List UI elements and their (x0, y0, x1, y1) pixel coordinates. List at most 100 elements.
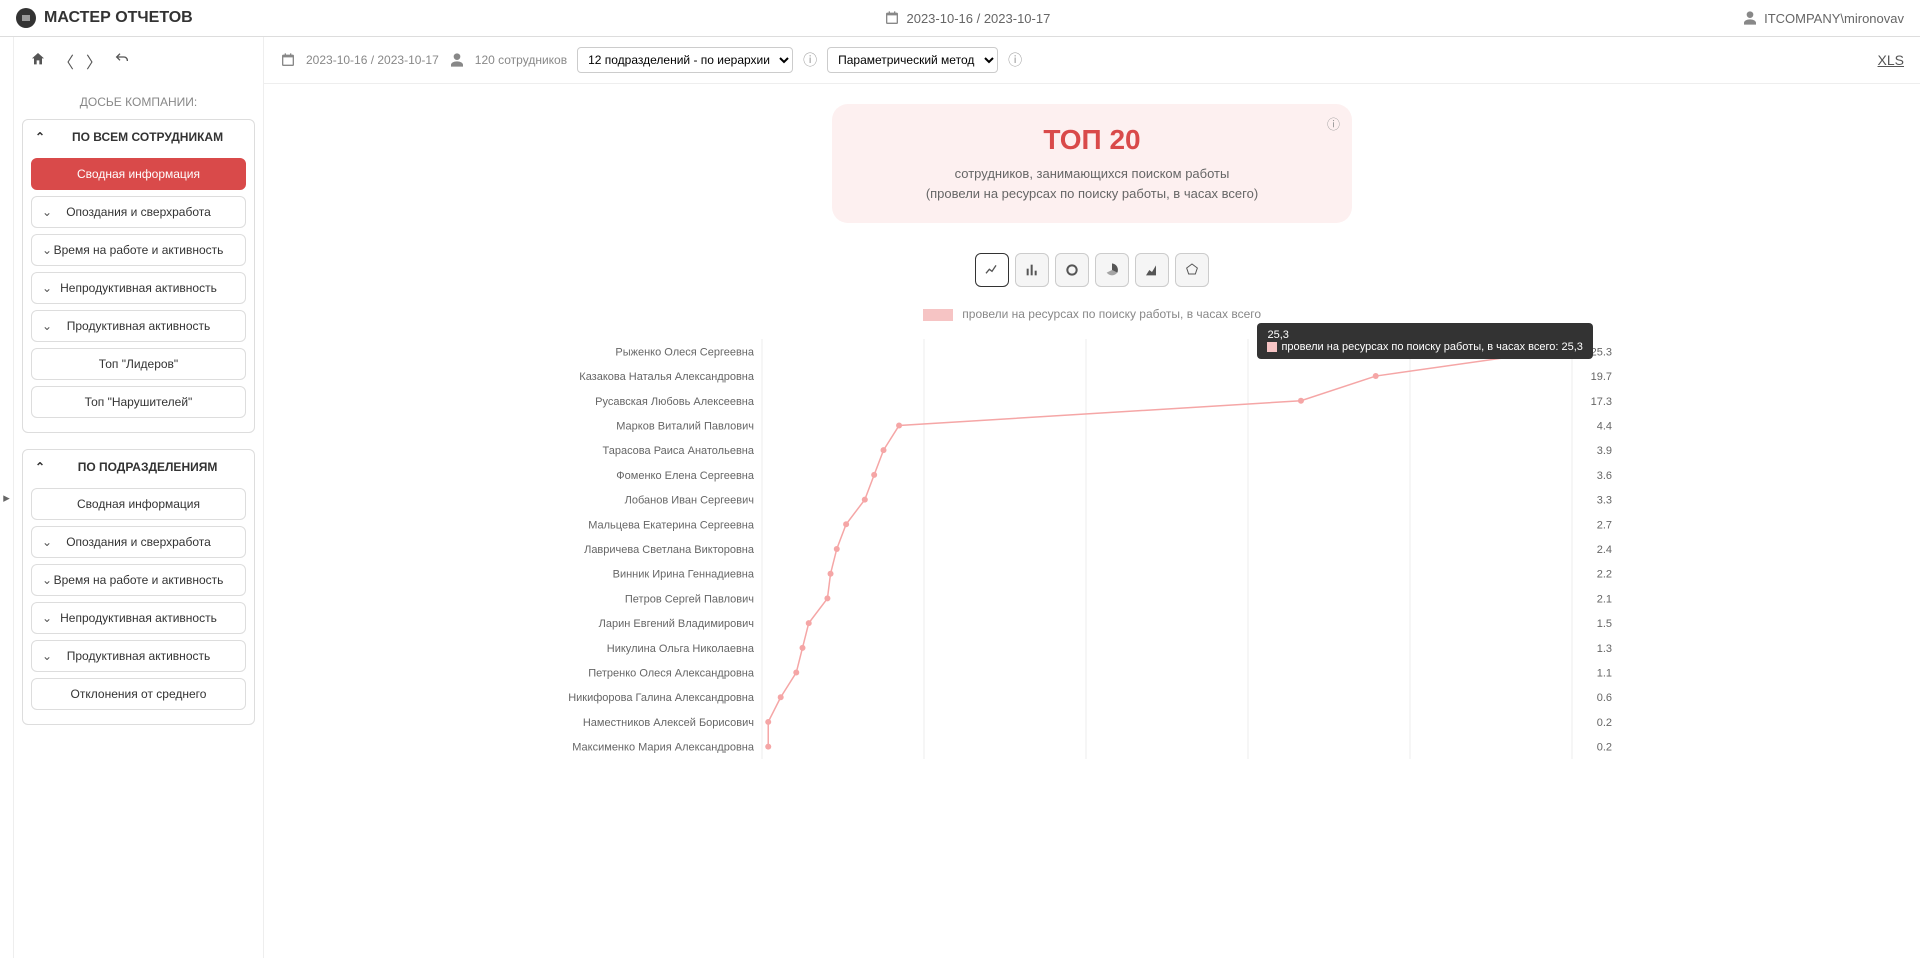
chart-type-pie-icon[interactable] (1095, 253, 1129, 287)
top-card: ⓘ ТОП 20 сотрудников, занимающихся поиск… (832, 104, 1352, 223)
svg-text:Марков Виталий Павлович: Марков Виталий Павлович (616, 420, 754, 432)
sidebar-item-label: Отклонения от среднего (71, 687, 207, 701)
header-date-text: 2023-10-16 / 2023-10-17 (906, 11, 1050, 26)
sidebar-item-label: Непродуктивная активность (60, 611, 217, 625)
chevron-down-icon: ⌄ (42, 573, 52, 587)
sidebar-item[interactable]: Топ "Нарушителей" (31, 386, 246, 418)
chart-type-area-icon[interactable] (1135, 253, 1169, 287)
sidebar-item[interactable]: ⌄Продуктивная активность (31, 310, 246, 342)
info-icon[interactable]: ⓘ (1327, 114, 1340, 133)
chart-area: ⓘ ТОП 20 сотрудников, занимающихся поиск… (264, 84, 1920, 792)
method-select[interactable]: Параметрический метод (827, 47, 998, 73)
chevron-down-icon: ⌄ (42, 205, 52, 219)
sidebar-item-label: Время на работе и активность (54, 573, 224, 587)
svg-text:4.4: 4.4 (1597, 420, 1612, 432)
svg-text:0.6: 0.6 (1597, 692, 1612, 704)
chart-canvas[interactable]: Рыженко Олеся Сергеевна25.3Казакова Ната… (542, 329, 1642, 769)
chevron-up-icon: ⌃ (35, 130, 45, 144)
svg-text:2.7: 2.7 (1597, 519, 1612, 531)
sidebar-group-departments: ⌃ ПО ПОДРАЗДЕЛЕНИЯМ Сводная информация ⌄ О… (22, 449, 255, 725)
header-user[interactable]: ITCOMPANY\mironovav (1742, 10, 1904, 26)
header-user-text: ITCOMPANY\mironovav (1764, 11, 1904, 26)
svg-text:Петренко Олеся Александровна: Петренко Олеся Александровна (588, 668, 755, 680)
svg-text:Рыженко Олеся Сергеевна: Рыженко Олеся Сергеевна (615, 346, 754, 358)
group-header-departments[interactable]: ⌃ ПО ПОДРАЗДЕЛЕНИЯМ (23, 450, 254, 484)
chevron-down-icon: ⌄ (42, 649, 52, 663)
svg-text:Мальцева Екатерина Сергеевна: Мальцева Екатерина Сергеевна (588, 519, 755, 531)
svg-text:1.1: 1.1 (1597, 668, 1612, 680)
user-icon (1742, 10, 1758, 26)
calendar-icon (884, 10, 900, 26)
sidebar-group-employees: ⌃ ПО ВСЕМ СОТРУДНИКАМ Сводная информация… (22, 119, 255, 433)
group-header-employees[interactable]: ⌃ ПО ВСЕМ СОТРУДНИКАМ (23, 120, 254, 154)
department-select[interactable]: 12 подразделений - по иерархии (577, 47, 793, 73)
chart-legend[interactable]: провели на ресурсах по поиску работы, в … (542, 307, 1642, 321)
chevron-down-icon: ⌄ (42, 611, 52, 625)
top-card-line2: (провели на ресурсах по поиску работы, в… (872, 184, 1312, 204)
chart-type-line[interactable] (975, 253, 1009, 287)
chart-type-radar-icon[interactable] (1175, 253, 1209, 287)
sidebar-item[interactable]: Сводная информация (31, 488, 246, 520)
app-title: МАСТЕР ОТЧЕТОВ (16, 8, 193, 28)
svg-text:Максименко Мария Александровна: Максименко Мария Александровна (572, 742, 755, 754)
home-icon[interactable] (30, 51, 46, 72)
top-card-title: ТОП 20 (872, 124, 1312, 156)
main-toolbar: 2023-10-16 / 2023-10-17 120 сотрудников … (264, 37, 1920, 84)
app-logo-icon (16, 8, 36, 28)
sidebar-item[interactable]: ⌄ Опоздания и сверхработа (31, 526, 246, 558)
toolbar-date-range[interactable]: 2023-10-16 / 2023-10-17 (306, 53, 439, 67)
svg-text:Лавричева Светлана Викторовна: Лавричева Светлана Викторовна (584, 544, 755, 556)
info-icon[interactable]: ⓘ (803, 50, 817, 70)
header-date-range: 2023-10-16 / 2023-10-17 (193, 10, 1742, 26)
svg-text:2.1: 2.1 (1597, 593, 1612, 605)
chevron-down-icon: ⌄ (42, 243, 52, 257)
sidebar-item-label: Опоздания и сверхработа (66, 535, 211, 549)
svg-text:0.2: 0.2 (1597, 742, 1612, 754)
sidebar-item[interactable]: Отклонения от среднего (31, 678, 246, 710)
svg-text:0.2: 0.2 (1597, 717, 1612, 729)
sidebar-item-label: Сводная информация (77, 497, 200, 511)
svg-text:19.7: 19.7 (1591, 371, 1612, 383)
svg-text:1.5: 1.5 (1597, 618, 1612, 630)
back-icon[interactable]: 〈 (58, 49, 74, 73)
dossier-title: ДОСЬЕ КОМПАНИИ: (22, 85, 255, 119)
sidebar-item[interactable]: ⌄ Продуктивная активность (31, 640, 246, 672)
chevron-up-icon: ⌃ (35, 460, 45, 474)
chevron-down-icon: ⌄ (42, 535, 52, 549)
svg-text:Петров Сергей Павлович: Петров Сергей Павлович (625, 593, 754, 605)
chevron-down-icon: ⌄ (42, 281, 52, 295)
svg-text:3.9: 3.9 (1597, 445, 1612, 457)
chart-wrap: провели на ресурсах по поиску работы, в … (542, 307, 1642, 772)
sidebar-item[interactable]: Сводная информация (31, 158, 246, 190)
svg-text:Никулина Ольга Николаевна: Никулина Ольга Николаевна (607, 643, 755, 655)
svg-text:Казакова Наталья Александровна: Казакова Наталья Александровна (579, 371, 755, 383)
export-xls-link[interactable]: XLS (1878, 52, 1904, 68)
sidebar-item[interactable]: ⌄ Непродуктивная активность (31, 602, 246, 634)
sidebar-item[interactable]: ⌄ Опоздания и сверхработа (31, 196, 246, 228)
main-panel: 2023-10-16 / 2023-10-17 120 сотрудников … (264, 37, 1920, 958)
sidebar-item[interactable]: ⌄Непродуктивная активность (31, 272, 246, 304)
sidebar-item-label: Опоздания и сверхработа (66, 205, 211, 219)
svg-text:Русавская Любовь Алексеевна: Русавская Любовь Алексеевна (595, 396, 755, 408)
expand-handle[interactable]: ▸ (0, 37, 14, 958)
svg-text:1.3: 1.3 (1597, 643, 1612, 655)
svg-text:Ларин Евгений Владимирович: Ларин Евгений Владимирович (599, 618, 754, 630)
sidebar-item-label: Топ "Нарушителей" (85, 395, 193, 409)
undo-icon[interactable] (114, 51, 130, 72)
svg-text:3.6: 3.6 (1597, 470, 1612, 482)
info-icon[interactable]: ⓘ (1008, 50, 1022, 70)
chart-type-bar-icon[interactable] (1015, 253, 1049, 287)
sidebar: 〈 〉 ДОСЬЕ КОМПАНИИ: ⌃ ПО ВСЕМ СОТРУДНИКА… (14, 37, 264, 958)
sidebar-item-label: Продуктивная активность (67, 649, 210, 663)
svg-text:17.3: 17.3 (1591, 396, 1612, 408)
sidebar-item-label: Продуктивная активность (67, 319, 210, 333)
chart-type-donut-icon[interactable] (1055, 253, 1089, 287)
sidebar-item[interactable]: ⌄Время на работе и активность (31, 564, 246, 596)
calendar-icon (280, 52, 296, 68)
legend-label: провели на ресурсах по поиску работы, в … (962, 307, 1261, 321)
legend-swatch (923, 309, 953, 321)
sidebar-item-label: Топ "Лидеров" (99, 357, 178, 371)
forward-icon[interactable]: 〉 (86, 49, 102, 73)
sidebar-item[interactable]: ⌄Время на работе и активность (31, 234, 246, 266)
sidebar-item[interactable]: Топ "Лидеров" (31, 348, 246, 380)
